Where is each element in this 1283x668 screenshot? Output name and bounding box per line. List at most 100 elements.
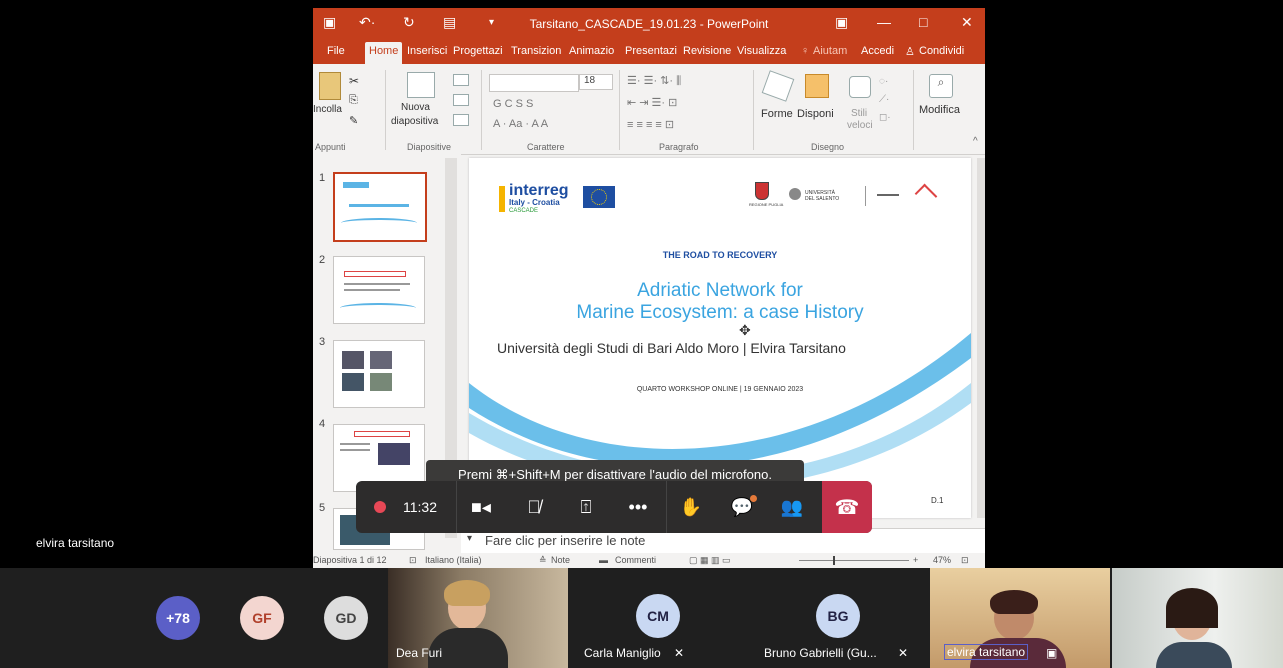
font-style-buttons[interactable]: G C S S [493,98,533,110]
cursor-icon: ✥ [739,322,751,338]
copy-icon[interactable]: ⎘ [349,94,358,107]
layout-icon[interactable] [453,74,469,86]
group-drawing: Disegno [811,142,845,152]
help-icon[interactable]: ♀ [801,45,809,57]
tab-slideshow[interactable]: Presentazi [625,45,677,57]
ribbon-tabs: File Home Inserisci Progettazi Transizio… [313,40,985,64]
camera-icon[interactable]: ■◂ [456,481,505,533]
new-slide-label[interactable]: Nuova [401,102,430,113]
new-slide-label-2[interactable]: diapositiva [391,116,438,127]
tab-view[interactable]: Visualizza [737,45,786,57]
font-color-icon[interactable]: A · Aa · A A [493,118,548,130]
logo-divider [865,186,866,206]
slide-thumbnail-3[interactable] [333,340,425,408]
language-status[interactable]: Italiano (Italia) [425,555,482,565]
ribbon: Incolla ✂ ⎘ ✎ Appunti Nuova diapositiva … [313,64,985,155]
notes-placeholder: Fare clic per inserire le note [485,533,646,548]
spellcheck-icon[interactable]: ⊡ [409,555,417,566]
quick-styles-icon[interactable] [849,76,871,98]
comments-icon[interactable]: ▬ [599,555,608,565]
share-screen-icon[interactable]: ⍐ [562,481,610,533]
shape-outline-icon[interactable]: ⟋· [879,94,889,105]
bullets-icon[interactable]: ☰· ☰· ⇅· ⫼ [627,74,681,88]
section-icon[interactable] [453,114,469,126]
eu-flag-icon [583,186,615,208]
slide-scrollbar[interactable] [977,158,985,518]
indent-icon[interactable]: ⇤ ⇥ ☰· ⊡ [627,96,677,109]
zoom-slider-thumb[interactable] [833,556,835,565]
quick-styles-label-2[interactable]: veloci [847,120,873,131]
chat-icon[interactable]: 💬 [718,481,766,533]
zoom-slider[interactable] [799,560,909,561]
participant-tile-carla[interactable]: CM Carla Maniglio ✕ [570,568,748,668]
slide-thumbnail-1[interactable] [333,172,427,242]
slide-event: QUARTO WORKSHOP ONLINE | 19 GENNAIO 2023 [636,386,804,393]
tab-file[interactable]: File [327,45,345,57]
shape-effects-icon[interactable]: ◻· [879,112,891,123]
minimize-icon[interactable]: — [877,14,891,30]
tab-transitions[interactable]: Transizion [511,45,561,57]
collapse-ribbon-icon[interactable]: ^ [973,136,978,147]
leave-call-button[interactable]: ☎ [822,481,872,533]
avatar[interactable]: GF [240,596,284,640]
interreg-project: CASCADE [509,208,539,214]
participants-icon[interactable]: 👥 [768,481,816,533]
participant-tile-elvira[interactable]: elvira tarsitano ▣ [930,568,1110,668]
edit-button[interactable]: Modifica [919,104,960,116]
tab-insert[interactable]: Inserisci [407,45,447,57]
participant-tile-bruno[interactable]: BG Bruno Gabrielli (Gu... ✕ [750,568,928,668]
font-size-input[interactable]: 18 [579,74,613,90]
group-divider [385,70,386,150]
partner-logo [877,194,899,196]
notes-icon[interactable]: ≙ [539,555,547,566]
search-icon[interactable]: ⌕ [929,74,953,98]
fit-slide-icon[interactable]: ⊡ [961,555,969,566]
sign-in-link[interactable]: Accedi [861,45,894,57]
zoom-level[interactable]: 47% [933,555,951,565]
tab-review[interactable]: Revisione [683,45,731,57]
shape-fill-icon[interactable]: ◌· [879,76,888,87]
paste-button[interactable]: Incolla [313,104,342,115]
participant-tile-dea-furi[interactable]: Dea Furi [388,568,568,668]
reset-icon[interactable] [453,94,469,106]
mic-muted-icon[interactable]: 🎙̸ [510,481,558,533]
shapes-button[interactable]: Forme [761,108,793,120]
group-divider [481,70,482,150]
tab-design[interactable]: Progettazi [453,45,503,57]
arrange-button[interactable]: Disponi [797,108,834,120]
group-divider [913,70,914,150]
raise-hand-icon[interactable]: ✋ [666,481,715,533]
participant-name: Bruno Gabrielli (Gu... [764,646,877,660]
tab-animations[interactable]: Animazio [569,45,614,57]
close-icon[interactable]: ✕ [961,14,973,31]
notes-toggle[interactable]: Note [551,555,570,565]
shapes-icon[interactable] [761,70,795,102]
mic-muted-icon: ✕ [898,646,909,660]
align-icon[interactable]: ≡ ≡ ≡ ≡ ⊡ [627,118,674,131]
slide-count: Diapositiva 1 di 12 [313,555,387,565]
arrange-icon[interactable] [805,74,829,98]
cut-icon[interactable]: ✂ [349,74,359,88]
more-options-icon[interactable]: ••• [614,481,662,533]
view-normal-icon[interactable]: ▢ ▦ ▥ ▭ [689,555,731,566]
new-slide-icon[interactable] [407,72,435,98]
ribbon-display-icon[interactable]: ▣ [835,14,848,31]
avatar[interactable]: GD [324,596,368,640]
share-icon[interactable]: ♙ [905,45,915,58]
notes-expand-icon[interactable]: ▾ [467,533,472,544]
slide-thumbnail-2[interactable] [333,256,425,324]
format-painter-icon[interactable]: ✎ [349,114,358,127]
zoom-in-icon[interactable]: + [913,555,918,565]
participant-tile-guest[interactable] [1112,568,1283,668]
thumb-number: 5 [319,502,326,514]
font-name-input[interactable] [489,74,579,92]
quick-styles-label[interactable]: Stili [851,108,867,119]
comments-toggle[interactable]: Commenti [615,555,656,565]
maximize-icon[interactable]: □ [919,14,927,30]
group-divider [619,70,620,150]
tab-home[interactable]: Home [365,42,403,64]
share-button[interactable]: Condividi [919,45,964,57]
paste-icon[interactable] [319,72,341,100]
overflow-participants[interactable]: +78 [156,596,200,640]
tell-me[interactable]: Aiutam [813,45,847,57]
